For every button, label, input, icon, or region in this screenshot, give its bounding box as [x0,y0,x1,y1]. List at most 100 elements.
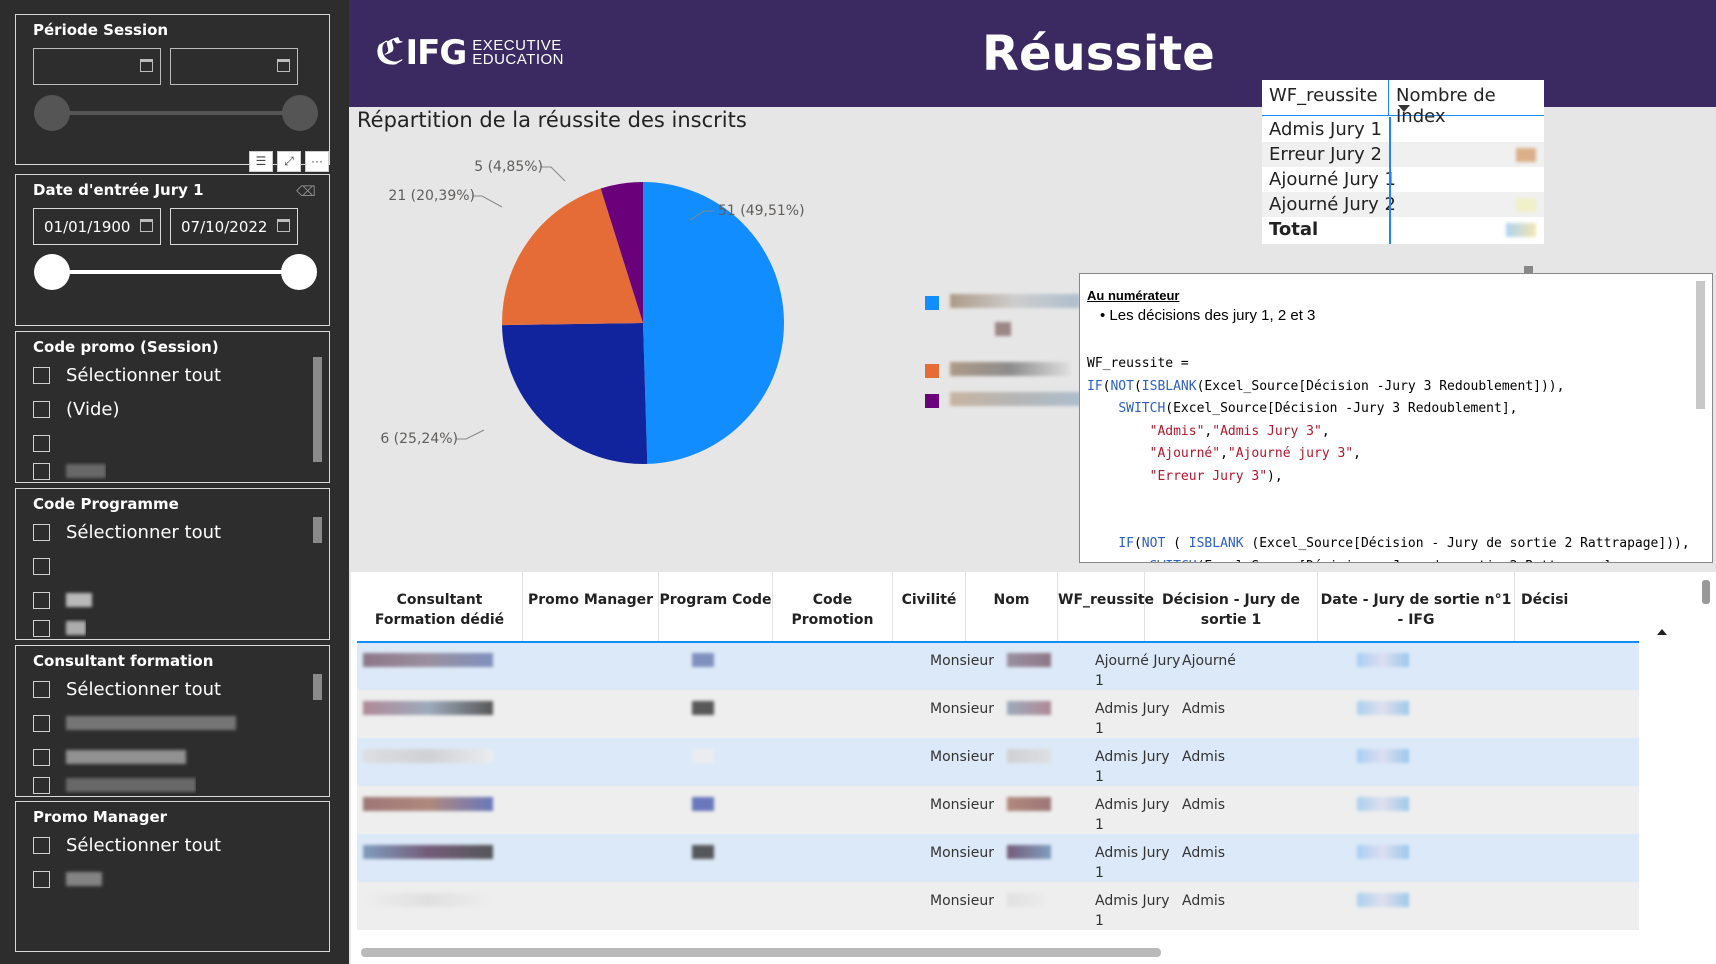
slicer-code-programme[interactable]: Code Programme Sélectionner tout [15,488,330,640]
filter-icon[interactable]: ☰ [249,151,273,172]
slicer-title: Date d'entrée Jury 1 [33,181,204,199]
matrix-row[interactable]: Ajourné Jury 2 [1262,192,1544,217]
vertical-scrollbar[interactable] [1702,580,1710,604]
slicer-code-promo[interactable]: Code promo (Session) Sélectionner tout (… [15,331,330,483]
redacted-text [1007,701,1051,715]
column-header[interactable]: Consultant Formation dédié [357,572,523,642]
matrix-total-row[interactable]: Total [1262,217,1544,242]
checkbox[interactable] [33,714,50,732]
data-label: 21 (20,39%) [388,188,475,204]
civilite-cell: Monsieur [930,797,994,813]
redacted-text [1007,749,1051,763]
start-date-input[interactable] [33,48,161,85]
checkbox-item[interactable] [33,776,196,794]
checkbox[interactable] [33,591,50,609]
checkbox[interactable] [33,400,50,418]
civilite-cell: Monsieur [930,893,994,909]
checkbox-item[interactable]: Sélectionner tout [33,676,221,702]
start-date-input[interactable]: 01/01/1900 [33,208,161,245]
slider-end-handle[interactable] [281,254,317,290]
checkbox[interactable] [33,366,50,384]
column-header[interactable]: Promo Manager [523,572,659,642]
checkbox[interactable] [33,680,50,698]
column-header[interactable]: Décisi [1515,572,1605,642]
calendar-icon[interactable] [277,219,290,232]
redacted-text [692,749,714,763]
column-header[interactable]: WF_reussite [1058,572,1154,642]
table-row[interactable]: Monsieur Admis Jury 1 Admis [357,738,1639,786]
slicer-date-entree-jury[interactable]: Date d'entrée Jury 1 ⌫ 01/01/1900 07/10/… [15,174,330,326]
calendar-icon[interactable] [140,219,153,232]
focus-mode-icon[interactable]: ⤢ [277,151,301,172]
table-row[interactable]: Monsieur Admis Jury 1 Admis [357,690,1639,738]
scrollbar[interactable] [313,674,322,700]
checkbox[interactable] [33,619,50,637]
pie-slice[interactable] [502,323,648,464]
column-header[interactable]: Date - Jury de sortie n°1 - IFG [1318,572,1515,642]
checkbox-item[interactable]: (Vide) [33,396,119,422]
column-header[interactable]: Code Promotion [773,572,893,642]
checkbox[interactable] [33,434,50,452]
checkbox-item[interactable] [33,619,86,637]
checkbox[interactable] [33,870,50,888]
pie-slice[interactable] [643,182,785,464]
matrix-header-count[interactable]: Nombre de Index [1389,80,1544,127]
scrollbar[interactable] [1696,281,1705,409]
end-date-input[interactable]: 07/10/2022 [170,208,298,245]
eraser-icon[interactable]: ⌫ [296,183,316,200]
logo-mark: IFG [405,32,467,73]
checkbox[interactable] [33,776,50,794]
matrix-table[interactable]: WF_reussite Nombre de Index Admis Jury 1… [1262,80,1544,244]
calendar-icon[interactable] [277,59,290,72]
scrollbar[interactable] [313,517,322,543]
column-header[interactable]: Décision - Jury de sortie 1 [1145,572,1318,642]
table-row[interactable]: Monsieur Admis Jury 1 Admis [357,882,1639,930]
matrix-row[interactable]: Admis Jury 1 [1262,117,1544,142]
checkbox[interactable] [33,462,50,480]
checkbox-item[interactable] [33,430,66,456]
checkbox-item[interactable]: Sélectionner tout [33,519,221,545]
more-options-icon[interactable]: ··· [305,151,329,172]
table-row[interactable]: Monsieur Ajourné Jury 1 Ajourné [357,642,1639,690]
slider-start-handle[interactable] [34,254,70,290]
slider-end-handle[interactable] [282,95,318,131]
column-header[interactable]: Program Code [659,572,773,642]
checkbox-item[interactable] [33,710,236,736]
redacted-text [66,716,236,730]
scrollbar[interactable] [313,357,322,462]
matrix-header-wf[interactable]: WF_reussite [1262,80,1389,116]
logo-line2: EDUCATION [472,50,564,68]
slider-start-handle[interactable] [34,95,70,131]
checkbox-item[interactable]: Sélectionner tout [33,362,221,388]
wf-reussite-cell: Ajourné Jury 1 [1095,653,1181,689]
matrix-row[interactable]: Ajourné Jury 1 [1262,167,1544,192]
column-header[interactable]: Nom [966,572,1058,642]
sort-asc-icon[interactable] [1657,629,1667,635]
checkbox-item[interactable] [33,744,186,770]
checkbox-item[interactable] [33,866,102,892]
checkbox[interactable] [33,523,50,541]
logo-swirl-icon: ℭ [375,32,404,73]
pie-chart[interactable]: 51 (49,51%) 26 (25,24%) 21 (20,39%) 5 (4,85… [380,150,920,550]
slicer-consultant-formation[interactable]: Consultant formation Sélectionner tout [15,645,330,797]
calendar-icon[interactable] [140,59,153,72]
checkbox-item[interactable] [33,587,92,613]
checkbox[interactable] [33,748,50,766]
end-date-input[interactable] [170,48,298,85]
data-table[interactable]: Consultant Formation dédié Promo Manager P… [351,572,1716,964]
checkbox-item[interactable]: Sélectionner tout [33,832,221,858]
horizontal-scrollbar[interactable] [361,948,1161,957]
slicer-periode-session[interactable]: Période Session ☰ ⤢ ··· [15,14,330,172]
checkbox-item[interactable] [33,553,66,579]
slicer-promo-manager[interactable]: Promo Manager Sélectionner tout [15,801,330,952]
sort-desc-icon[interactable] [1398,105,1410,112]
matrix-row[interactable]: Erreur Jury 2 [1262,142,1544,167]
redacted-text [363,653,493,667]
checkbox[interactable] [33,836,50,854]
table-row[interactable]: Monsieur Admis Jury 1 Admis [357,786,1639,834]
checkbox[interactable] [33,557,50,575]
redacted-value [1506,223,1536,237]
column-header[interactable]: Civilité [893,572,966,642]
table-row[interactable]: Monsieur Admis Jury 1 Admis [357,834,1639,882]
checkbox-item[interactable] [33,462,106,480]
